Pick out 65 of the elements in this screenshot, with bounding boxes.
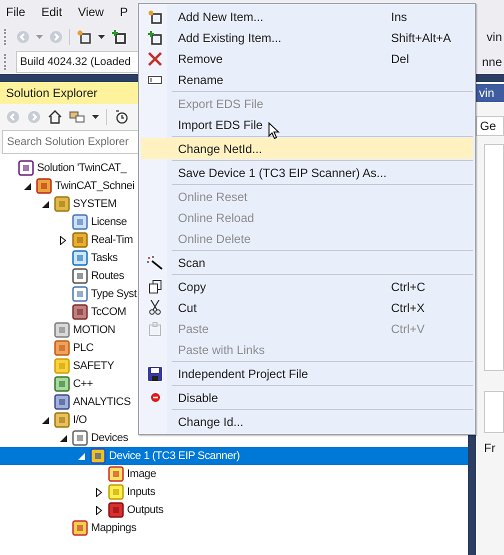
menu-item[interactable]: Change NetId... <box>141 138 473 159</box>
tree-item[interactable]: Tasks <box>91 252 118 264</box>
expand-arrow-icon[interactable] <box>96 506 102 514</box>
scissors-icon <box>149 300 161 315</box>
collapse-arrow-icon[interactable] <box>42 200 48 208</box>
expand-arrow-icon[interactable] <box>60 236 66 244</box>
menu-item[interactable]: Disable <box>141 387 473 408</box>
tree-item[interactable]: TwinCAT_Schnei <box>55 180 134 192</box>
add-item-icon[interactable] <box>111 28 127 44</box>
tree-item[interactable]: Image <box>127 468 156 480</box>
collapse-arrow-icon[interactable] <box>42 416 48 424</box>
mouse-cursor-icon <box>268 122 280 140</box>
tab-label[interactable]: Ge <box>476 116 504 136</box>
menu-item[interactable]: Independent Project File <box>141 363 473 384</box>
tree-item[interactable]: PLC <box>73 342 94 354</box>
tree-item[interactable]: Routes <box>91 270 124 282</box>
dropdown-icon[interactable] <box>98 34 105 38</box>
menu-item[interactable]: File <box>6 5 26 19</box>
tree-item[interactable]: Inputs <box>127 486 156 498</box>
disable-icon <box>150 393 160 402</box>
tree-item[interactable]: Real-Tim <box>91 234 133 246</box>
tree-item[interactable]: I/O <box>73 414 87 426</box>
copy-icon <box>148 280 162 294</box>
menu-item[interactable]: Cut Ctrl+X <box>141 297 473 318</box>
tree-item[interactable]: C++ <box>73 378 93 390</box>
home-icon[interactable] <box>48 110 62 124</box>
menu-item[interactable]: P <box>120 5 128 19</box>
rename-icon <box>148 76 162 84</box>
close-icon <box>148 52 162 66</box>
tree-item[interactable]: Mappings <box>91 522 136 534</box>
magic-wand-icon <box>147 256 163 270</box>
tree-item[interactable]: SAFETY <box>73 360 114 372</box>
toolbar-text: vin <box>486 30 503 44</box>
paste-icon <box>149 322 161 336</box>
tree-item[interactable]: MOTION <box>73 324 116 336</box>
menu-item[interactable]: Add New Item... Ins <box>141 6 473 27</box>
menu-item[interactable]: Add Existing Item... Shift+Alt+A <box>141 27 473 48</box>
new-item-icon <box>148 10 162 24</box>
label-text: Fr <box>483 441 496 455</box>
expand-arrow-icon[interactable] <box>96 488 102 496</box>
menu-item[interactable]: Scan <box>141 252 473 273</box>
sync-icon[interactable] <box>69 110 85 124</box>
menu-item[interactable]: Save Device 1 (TC3 EIP Scanner) As... <box>141 162 473 183</box>
history-icon[interactable] <box>114 110 128 124</box>
add-item-icon <box>148 30 162 44</box>
document-tab[interactable]: vin <box>476 84 504 102</box>
menu-item[interactable]: Change Id... <box>141 411 473 432</box>
tree-item[interactable]: TcCOM <box>91 306 126 318</box>
collapse-arrow-icon[interactable] <box>24 182 30 190</box>
tree-item[interactable]: Solution 'TwinCAT_ <box>37 162 126 174</box>
tree-item[interactable]: Outputs <box>127 504 164 516</box>
tree-item[interactable]: Devices <box>91 432 128 444</box>
tree-item[interactable]: Device 1 (TC3 EIP Scanner) <box>109 450 240 462</box>
dropdown-icon[interactable] <box>92 115 99 119</box>
menu-item[interactable]: Edit <box>41 5 62 19</box>
new-item-icon[interactable] <box>76 28 92 44</box>
tree-item[interactable]: Type Syst <box>91 288 137 300</box>
menu-item[interactable]: Import EDS File <box>141 114 473 135</box>
build-text: nne <box>482 54 503 68</box>
menu-item[interactable]: Copy Ctrl+C <box>141 276 473 297</box>
tree-item[interactable]: ANALYTICS <box>73 396 131 408</box>
tree-item[interactable]: License <box>91 216 127 228</box>
collapse-arrow-icon[interactable] <box>60 434 66 442</box>
menu-item[interactable]: View <box>78 5 104 19</box>
tree-item[interactable]: SYSTEM <box>73 198 116 210</box>
